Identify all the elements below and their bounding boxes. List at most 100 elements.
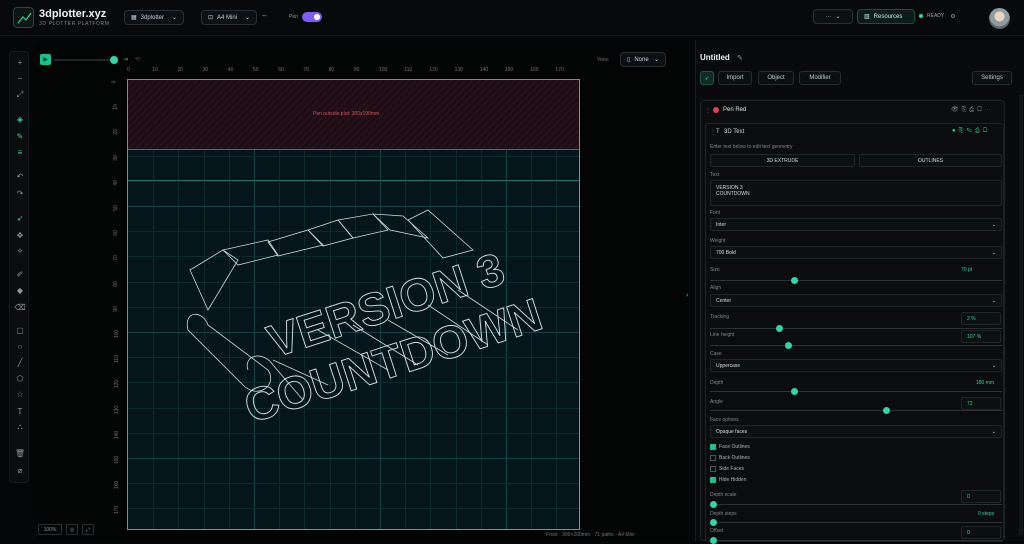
layers-icon[interactable]: ◈ — [14, 113, 26, 125]
rect-icon[interactable]: ▢ — [14, 324, 26, 336]
avatar[interactable] — [989, 8, 1010, 29]
sublayer-actions[interactable]: ●⎘✎⎙▢ — [952, 128, 990, 135]
depth-slider-knob[interactable] — [790, 388, 798, 395]
offset-input[interactable]: 0 — [961, 526, 1001, 539]
depth-steps-slider[interactable] — [710, 519, 1002, 526]
text-input[interactable]: VERSION 3 COUNTDOWN — [710, 180, 1002, 206]
select-mode-icon[interactable]: ➶ — [700, 71, 714, 85]
line-icon[interactable]: ╱ — [14, 356, 26, 368]
redo-icon[interactable]: ↷ — [14, 187, 26, 199]
checkbox[interactable] — [710, 455, 716, 461]
playback-end-icon[interactable]: ⇥ — [123, 56, 128, 63]
zoom-out-icon[interactable]: − — [14, 72, 26, 84]
angle-input[interactable]: 72 — [961, 397, 1001, 410]
layer-actions[interactable]: 👁⎘⎙▢⋯ — [951, 106, 994, 114]
faces-select[interactable]: Opaque faces ⌄ — [710, 425, 1002, 438]
view-select[interactable]: ▯ None ⌄ — [620, 52, 666, 67]
settings-button[interactable]: Settings — [972, 71, 1012, 85]
tracking-input[interactable]: 2 % — [961, 312, 1001, 325]
checkbox[interactable] — [710, 477, 716, 483]
clear-icon[interactable]: ⌀ — [14, 464, 26, 476]
select-icon[interactable]: ➶ — [14, 212, 26, 224]
add-modifier-button[interactable]: Modifier — [799, 71, 841, 85]
fit-view-icon[interactable]: ⤢ — [14, 89, 26, 101]
playback-slider[interactable] — [54, 56, 118, 64]
polygon-icon[interactable]: ⬠ — [14, 372, 26, 384]
playback-loop-icon[interactable]: ⟲ — [135, 56, 140, 63]
weight-select[interactable]: 700 Bold ⌄ — [710, 246, 1002, 259]
center-icon[interactable]: ◎ — [66, 524, 78, 535]
project-select[interactable]: ▦ 3dplotter ⌄ — [124, 10, 184, 25]
artwork-preview[interactable]: VERSION 3 COUNTDOWN — [128, 80, 580, 530]
tab-outlines[interactable]: OUTLINES — [859, 154, 1002, 167]
shape3d-icon[interactable]: ⛬ — [14, 421, 26, 433]
add-object-button[interactable]: Object — [758, 71, 794, 85]
tracking-unit: % — [971, 315, 976, 322]
fullscreen-icon[interactable]: ⤢ — [82, 524, 94, 535]
import-button[interactable]: Import — [718, 71, 752, 85]
angle-slider-knob[interactable] — [882, 407, 890, 414]
circle-icon[interactable]: ○ — [14, 340, 26, 352]
line-height-slider-knob[interactable] — [784, 342, 792, 349]
case-select[interactable]: Uppercase ⌄ — [710, 359, 1002, 372]
angle-slider[interactable] — [710, 407, 1002, 414]
brand-name[interactable]: 3dplotter.xyz — [39, 8, 106, 20]
edit-icon[interactable]: ✎ — [737, 54, 743, 62]
tracking-slider-knob[interactable] — [776, 325, 784, 332]
plot-area[interactable]: Pen outside plot: 300x190mm VERSION 3 CO… — [127, 79, 580, 530]
zoom-in-icon[interactable]: + — [14, 56, 26, 68]
size-slider[interactable] — [710, 277, 1002, 284]
depth-steps-slider-knob[interactable] — [710, 519, 717, 526]
tracking-slider[interactable] — [710, 325, 1002, 332]
depth-scale-slider[interactable] — [710, 501, 1002, 508]
node-icon[interactable]: ⟡ — [14, 245, 26, 257]
panel-scrollbar[interactable] — [1019, 95, 1023, 535]
depth-slider[interactable] — [710, 388, 1002, 395]
checkbox[interactable] — [710, 444, 716, 450]
playback-knob[interactable] — [110, 56, 118, 64]
text-icon[interactable]: T — [14, 405, 26, 417]
sublayer-name[interactable]: 3D Text — [724, 129, 744, 135]
play-icon[interactable]: ▶ — [40, 54, 51, 65]
checkbox-label[interactable]: Side Faces — [719, 466, 744, 472]
app-logo[interactable] — [13, 7, 34, 28]
delete-icon[interactable]: 🗑 — [14, 447, 26, 459]
document-title[interactable]: Untitled — [700, 53, 730, 62]
checkbox-label[interactable]: Face Outlines — [719, 444, 750, 450]
depth-scale-input[interactable]: 0 — [961, 490, 1001, 503]
depth-scale-slider-knob[interactable] — [710, 501, 717, 508]
ruler-tick-label: 60 — [278, 67, 284, 73]
eraser-icon[interactable]: ⌫ — [14, 301, 26, 313]
line-height-input[interactable]: 107 % — [961, 330, 1001, 343]
size-value[interactable]: 70 pt — [961, 267, 972, 273]
font-select[interactable]: Inter ⌄ — [710, 218, 1002, 231]
checkbox-label[interactable]: Hide Hidden — [719, 477, 747, 483]
pen-icon[interactable]: ✎ — [14, 130, 26, 142]
resources-button[interactable]: ▥ Resources — [857, 9, 915, 24]
collapse-panel-icon[interactable]: › — [686, 292, 688, 299]
layer-name[interactable]: Pen Red — [723, 107, 746, 113]
drag-handle-icon[interactable]: ⋮ — [705, 107, 711, 114]
move-icon[interactable]: ✥ — [14, 229, 26, 241]
draw-icon[interactable]: ✐ — [14, 268, 26, 280]
size-unit: pt — [967, 267, 973, 273]
checkbox-label[interactable]: Back Outlines — [719, 455, 750, 461]
list-icon[interactable]: ≡ — [14, 146, 26, 158]
zoom-level[interactable]: 100% — [38, 524, 62, 535]
machine-select[interactable]: ⊡ A4 Mini ⌄ — [201, 10, 257, 25]
depth-steps-value[interactable]: 0 steps — [978, 511, 994, 517]
align-select[interactable]: Center ⌄ — [710, 294, 1002, 307]
ruler-tick-label: 130 — [454, 67, 463, 73]
pen-toggle[interactable] — [302, 12, 322, 22]
more-menu-button[interactable]: ··· ⌄ — [813, 9, 853, 24]
undo-icon[interactable]: ↶ — [14, 170, 26, 182]
size-slider-knob[interactable] — [790, 277, 798, 284]
star-icon[interactable]: ☆ — [14, 388, 26, 400]
depth-value[interactable]: 180 mm — [976, 380, 994, 386]
ruler-tick-label: 150 — [114, 455, 121, 465]
checkbox[interactable] — [710, 466, 716, 472]
fill-icon[interactable]: ◆ — [14, 284, 26, 296]
tab-extrude[interactable]: 3D EXTRUDE — [710, 154, 855, 167]
line-height-slider[interactable] — [710, 342, 1002, 349]
pen-color-swatch[interactable] — [713, 107, 719, 113]
